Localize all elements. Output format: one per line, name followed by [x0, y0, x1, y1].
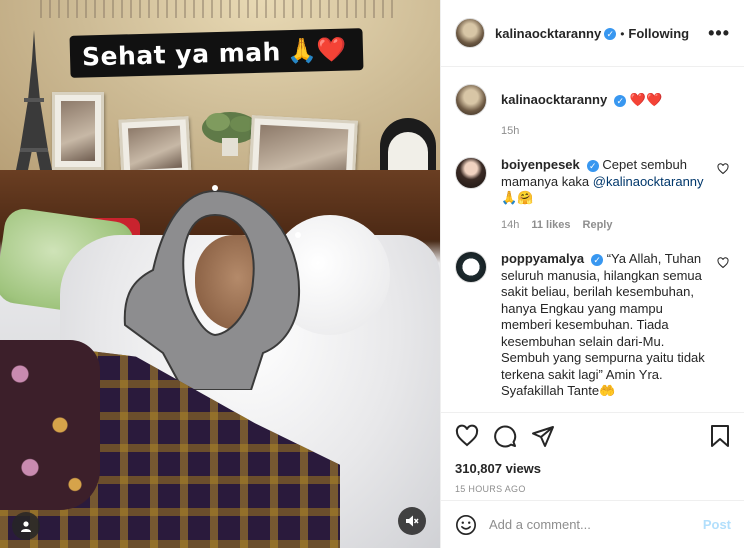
photo-frame-1 — [52, 92, 104, 170]
header-separator: • — [620, 26, 625, 41]
more-options-button[interactable]: ••• — [708, 23, 730, 44]
following-button[interactable]: Following — [628, 26, 689, 41]
post-timestamp[interactable]: 15 HOURS AGO — [455, 484, 731, 494]
like-comment-heart-icon[interactable] — [717, 257, 729, 269]
avatar[interactable] — [455, 18, 485, 48]
caption-username[interactable]: kalinaocktaranny — [501, 92, 607, 107]
reply-button[interactable]: Reply — [583, 217, 613, 234]
speaker-muted-icon — [406, 515, 419, 527]
comment-likes[interactable]: 11 likes — [531, 217, 570, 234]
avatar[interactable] — [455, 84, 487, 116]
heart-icon[interactable] — [455, 424, 479, 448]
bookmark-icon[interactable] — [709, 424, 731, 448]
header-username[interactable]: kalinaocktaranny — [495, 26, 601, 41]
batik-cloth — [0, 340, 100, 510]
like-comment-heart-icon[interactable] — [717, 163, 729, 175]
verified-badge-icon: ✓ — [604, 28, 617, 41]
verified-badge-icon: ✓ — [614, 94, 627, 107]
caption-time[interactable]: 15h — [501, 123, 519, 140]
verified-badge-icon: ✓ — [591, 253, 604, 266]
list-item: boiyenpesek ✓ Cepet sembuh mamanya kaka @… — [455, 157, 731, 233]
wall-hanging — [40, 0, 400, 18]
post-details-panel: kalinaocktaranny ✓ • Following ••• kalinaoc… — [440, 0, 744, 548]
story-caption-emoji: 🙏❤️ — [286, 35, 347, 66]
emoji-icon[interactable] — [455, 514, 477, 536]
story-media[interactable]: Sehat ya mah 🙏❤️ — [0, 0, 440, 548]
post-actions: 310,807 views 15 HOURS AGO — [441, 412, 744, 494]
story-caption-sticker: Sehat ya mah 🙏❤️ — [69, 28, 364, 78]
comments-list[interactable]: kalinaocktaranny ✓ ❤️❤️ 15h boiyenpesek ✓ … — [441, 68, 744, 412]
eiffel-tower-figurine — [14, 30, 54, 180]
avatar[interactable] — [455, 157, 487, 189]
list-item: poppyamalya ✓ “Ya Allah, Tuhan seluruh ma… — [455, 251, 731, 400]
comment-text: “Ya Allah, Tuhan seluruh manusia, hilang… — [501, 251, 705, 398]
post-header: kalinaocktaranny ✓ • Following ••• — [441, 0, 744, 67]
comment-icon[interactable] — [493, 424, 517, 448]
tagged-users-button[interactable] — [12, 512, 40, 540]
comment-mention-link[interactable]: @kalinaocktaranny — [593, 174, 704, 189]
add-comment-bar: Add a comment... Post — [441, 500, 744, 548]
post-button[interactable]: Post — [703, 517, 731, 532]
comment-username[interactable]: boiyenpesek — [501, 157, 580, 172]
avatar[interactable] — [455, 251, 487, 283]
drawn-hijab-sticker — [123, 185, 301, 390]
comment-emoji: 🙏🤗 — [501, 190, 534, 205]
comment-username[interactable]: poppyamalya — [501, 251, 584, 266]
instagram-post-modal: Sehat ya mah 🙏❤️ kalinaocktaranny ✓ • Follo… — [0, 0, 744, 548]
comment-input[interactable]: Add a comment... — [489, 517, 691, 532]
story-caption-text: Sehat ya mah — [81, 36, 282, 72]
user-icon — [21, 521, 31, 532]
views-count[interactable]: 310,807 views — [455, 461, 731, 476]
verified-badge-icon: ✓ — [586, 159, 599, 172]
caption-text: ❤️❤️ — [629, 92, 663, 107]
mute-button[interactable] — [398, 507, 426, 535]
caption-item: kalinaocktaranny ✓ ❤️❤️ 15h — [455, 84, 731, 139]
share-icon[interactable] — [531, 424, 555, 448]
comment-time[interactable]: 14h — [501, 217, 519, 234]
